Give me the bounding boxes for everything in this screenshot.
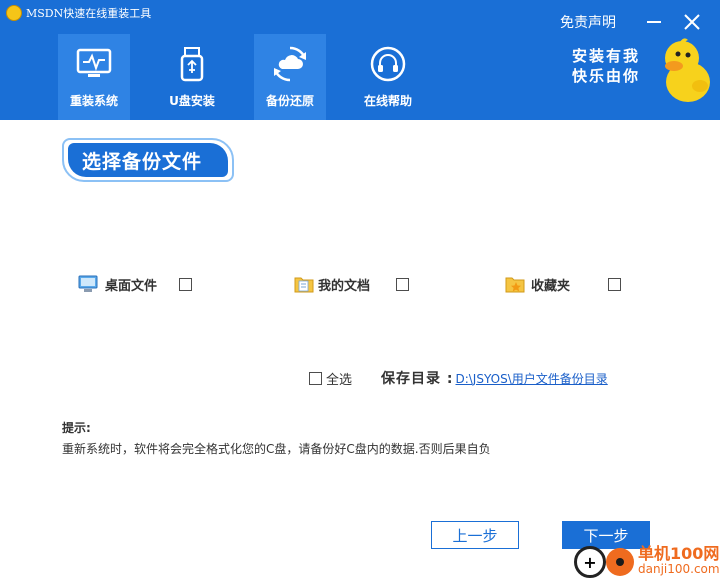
app-title-text: MSDN快速在线重装工具 bbox=[26, 7, 152, 20]
save-directory-path-link[interactable]: D:\JSYOS\用户文件备份目录 bbox=[455, 370, 607, 387]
nav-online-help[interactable]: 在线帮助 bbox=[352, 34, 424, 120]
duck-mascot-icon bbox=[665, 38, 710, 102]
slogan-line-2: 快乐由你 bbox=[572, 67, 641, 85]
disclaimer-link[interactable]: 免责声明 bbox=[560, 12, 616, 32]
option-label: 我的文档 bbox=[318, 278, 371, 294]
option-label: 桌面文件 bbox=[105, 278, 158, 294]
slogan: 安装有我 快乐由你 bbox=[572, 46, 640, 86]
option-label: 收藏夹 bbox=[531, 278, 571, 294]
nav-label: 备份还原 bbox=[265, 94, 314, 108]
app-title: MSDN快速在线重装工具 bbox=[6, 4, 151, 22]
nav-reinstall-system[interactable]: 重装系统 bbox=[58, 34, 130, 120]
select-all-label: 全选 bbox=[326, 372, 353, 388]
watermark-plus-icon: + bbox=[574, 546, 606, 578]
nav-label: 重装系统 bbox=[69, 94, 118, 108]
prev-step-button[interactable]: 上一步 bbox=[431, 521, 519, 549]
cloud-sync-icon bbox=[270, 44, 310, 84]
usb-drive-icon bbox=[172, 44, 212, 84]
select-all[interactable]: 全选 bbox=[309, 369, 353, 388]
section-title-badge: 选择备份文件 bbox=[62, 138, 234, 182]
watermark-site-name: 单机100网 bbox=[638, 544, 720, 563]
nav-label: U盘安装 bbox=[169, 94, 215, 108]
option-documents-checkbox[interactable] bbox=[396, 277, 409, 291]
nav-label: 在线帮助 bbox=[363, 94, 412, 108]
watermark-url: danji100.com bbox=[638, 562, 720, 576]
option-favorites[interactable]: 收藏夹 bbox=[504, 272, 621, 296]
nav-usb-install[interactable]: U盘安装 bbox=[156, 34, 228, 120]
option-desktop[interactable]: 桌面文件 bbox=[77, 272, 192, 296]
section-title: 选择备份文件 bbox=[68, 143, 228, 177]
main-nav: 重装系统 U盘安装 备份还原 在线帮助 bbox=[58, 34, 424, 120]
close-button[interactable] bbox=[680, 10, 704, 34]
title-bar: MSDN快速在线重装工具 重装系统 U盘安装 备份还原 在线帮助 免责声明 安装… bbox=[0, 0, 720, 120]
monitor-pulse-icon bbox=[74, 44, 114, 84]
save-directory-label: 保存目录 : bbox=[381, 371, 454, 387]
option-favorites-checkbox[interactable] bbox=[608, 277, 621, 291]
tip-text: 重新系统时，软件将会完全格式化您的C盘，请备份好C盘内的数据.否则后果自负 bbox=[62, 442, 491, 456]
favorites-folder-icon bbox=[504, 273, 526, 295]
app-logo-icon bbox=[6, 5, 22, 21]
option-documents[interactable]: 我的文档 bbox=[293, 272, 409, 296]
save-directory: 保存目录 : D:\JSYOS\用户文件备份目录 bbox=[381, 368, 608, 388]
option-desktop-checkbox[interactable] bbox=[179, 277, 192, 291]
close-icon bbox=[684, 14, 700, 30]
watermark-circle-icon bbox=[606, 548, 634, 576]
watermark: + 单机100网 danji100.com bbox=[572, 540, 720, 580]
minimize-icon bbox=[647, 21, 661, 23]
headset-icon bbox=[368, 44, 408, 84]
slogan-line-1: 安装有我 bbox=[572, 47, 641, 65]
minimize-button[interactable] bbox=[642, 10, 666, 34]
select-all-checkbox[interactable] bbox=[309, 371, 322, 385]
documents-folder-icon bbox=[293, 273, 315, 295]
nav-backup-restore[interactable]: 备份还原 bbox=[254, 34, 326, 120]
desktop-icon bbox=[77, 273, 99, 295]
tip-title: 提示: bbox=[62, 421, 91, 435]
